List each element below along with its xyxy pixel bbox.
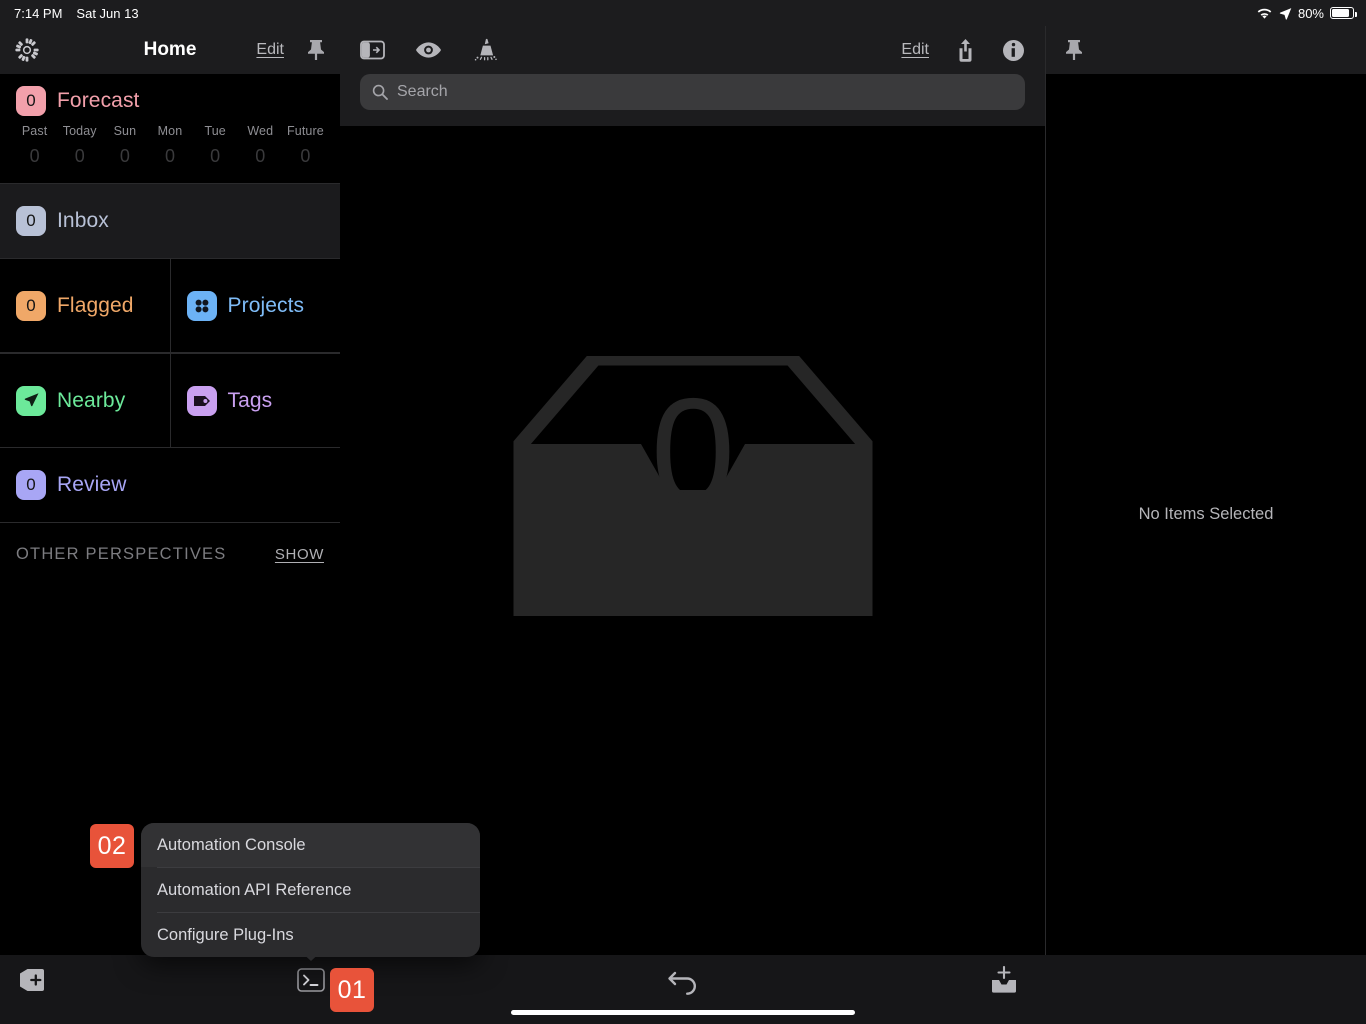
forecast-day[interactable]: Wed 0 — [238, 124, 283, 167]
review-count-badge: 0 — [16, 470, 46, 500]
sidebar-item-label-flagged: Flagged — [57, 293, 134, 317]
forecast-day[interactable]: Today 0 — [57, 124, 102, 167]
status-bar-left: 7:14 PM Sat Jun 13 — [0, 6, 139, 21]
sidebar-item-label-inbox: Inbox — [57, 209, 109, 232]
sidebar-grid-row-1: 0 Flagged Projects — [0, 259, 340, 353]
inspector-empty-message: No Items Selected — [1138, 505, 1274, 523]
inspector-header — [1046, 26, 1366, 74]
empty-inbox-tray-icon: 0 — [340, 356, 1045, 616]
forecast-day-name: Mon — [157, 124, 183, 138]
inspector-pane: No Items Selected — [1045, 26, 1366, 955]
forecast-day-count: 0 — [255, 146, 266, 166]
flagged-count-badge: 0 — [16, 290, 46, 321]
menu-item-automation-api-reference[interactable]: Automation API Reference — [141, 868, 480, 912]
gear-icon[interactable] — [14, 37, 40, 63]
sidebar-item-nearby[interactable]: Nearby — [0, 354, 170, 447]
add-to-inbox-icon[interactable] — [988, 966, 1020, 994]
center-edit-button[interactable]: Edit — [901, 41, 929, 59]
inspector-body: No Items Selected — [1046, 74, 1366, 955]
forecast-day-name: Today — [62, 124, 97, 138]
forecast-day[interactable]: Sun 0 — [102, 124, 147, 167]
forecast-day-count: 0 — [29, 146, 40, 166]
projects-dots-icon — [186, 290, 217, 321]
sidebar: Home Edit 0 Forecast Past 0 Today 0 Sun 0 M… — [0, 26, 340, 955]
home-indicator — [511, 1010, 855, 1015]
center-pane: Edit Search 0 — [340, 26, 1045, 955]
sidebar-item-label-projects: Projects — [227, 293, 305, 317]
sidebar-item-forecast[interactable]: 0 Forecast Past 0 Today 0 Sun 0 Mon 0 Tue 0 W… — [0, 74, 340, 184]
broom-icon[interactable] — [472, 37, 498, 63]
forecast-count-badge: 0 — [16, 86, 46, 116]
battery-icon — [1330, 7, 1357, 19]
terminal-icon[interactable] — [297, 968, 325, 992]
sidebar-item-label-review: Review — [57, 473, 127, 496]
forecast-day-name: Tue — [204, 124, 226, 138]
search-icon — [372, 84, 388, 100]
search-placeholder: Search — [397, 83, 448, 100]
empty-state-count: 0 — [650, 367, 735, 537]
status-bar: 7:14 PM Sat Jun 13 80% — [0, 0, 1366, 26]
forecast-day-strip: Past 0 Today 0 Sun 0 Mon 0 Tue 0 Wed 0 Future 0 — [0, 116, 340, 179]
sidebar-item-label-tags: Tags — [227, 388, 273, 412]
other-perspectives-show-button[interactable]: SHOW — [275, 546, 324, 563]
menu-item-automation-console[interactable]: Automation Console — [141, 823, 480, 867]
popup-arrow-pointer — [299, 950, 323, 961]
forecast-day[interactable]: Future 0 — [283, 124, 328, 167]
location-arrow-icon — [16, 385, 46, 416]
sidebar-item-review[interactable]: 0 Review — [0, 448, 340, 523]
sidebar-item-label-forecast: Forecast — [57, 89, 140, 112]
automation-popup-menu: Automation Console Automation API Refere… — [141, 823, 480, 957]
battery-percent: 80% — [1297, 5, 1324, 21]
wifi-icon — [1256, 7, 1273, 20]
sidebar-toggle-icon[interactable] — [360, 40, 385, 60]
pin-icon[interactable] — [1064, 39, 1084, 61]
undo-icon[interactable] — [667, 969, 700, 995]
sidebar-item-projects[interactable]: Projects — [169, 259, 341, 352]
app-screen: 7:14 PM Sat Jun 13 80% Home Edit 0 Forec… — [0, 0, 1366, 1024]
sidebar-item-flagged[interactable]: 0 Flagged — [0, 259, 170, 352]
forecast-day-count: 0 — [164, 146, 175, 166]
status-date: Sat Jun 13 — [76, 5, 139, 21]
forecast-day[interactable]: Past 0 — [12, 124, 57, 167]
share-icon[interactable] — [955, 38, 976, 63]
forecast-day-name: Past — [21, 124, 48, 138]
other-perspectives-title: OTHER PERSPECTIVES — [16, 545, 227, 563]
eye-icon[interactable] — [415, 41, 442, 59]
sidebar-item-label-nearby: Nearby — [57, 388, 126, 412]
forecast-day-count: 0 — [119, 146, 130, 166]
inbox-count-badge: 0 — [16, 206, 46, 236]
sidebar-item-inbox[interactable]: 0 Inbox — [0, 184, 340, 259]
forecast-day-name: Future — [287, 124, 324, 138]
other-perspectives-header: OTHER PERSPECTIVES SHOW — [0, 523, 340, 586]
search-input[interactable]: Search — [360, 74, 1025, 110]
location-arrow-icon — [1279, 7, 1292, 20]
forecast-day-count: 0 — [210, 146, 221, 166]
forecast-day[interactable]: Tue 0 — [193, 124, 238, 167]
forecast-day-count: 0 — [74, 146, 85, 166]
sidebar-header: Home Edit — [0, 26, 340, 74]
sidebar-grid-row-2: Nearby Tags — [0, 353, 340, 448]
annotation-badge-01: 01 — [330, 968, 374, 1012]
status-bar-right: 80% — [1256, 6, 1366, 21]
annotation-badge-02: 02 — [90, 824, 134, 868]
forecast-day-count: 0 — [300, 146, 311, 166]
add-project-icon[interactable] — [18, 967, 48, 993]
sidebar-item-tags[interactable]: Tags — [169, 354, 341, 447]
sidebar-edit-button[interactable]: Edit — [256, 41, 284, 59]
search-bar-container: Search — [340, 74, 1045, 126]
pin-icon[interactable] — [306, 39, 326, 61]
info-icon[interactable] — [1002, 39, 1025, 62]
tag-icon — [186, 385, 217, 416]
forecast-day[interactable]: Mon 0 — [147, 124, 192, 167]
forecast-day-name: Wed — [247, 124, 274, 138]
forecast-day-name: Sun — [113, 124, 137, 138]
center-toolbar: Edit — [340, 26, 1045, 74]
status-time: 7:14 PM — [14, 5, 63, 21]
